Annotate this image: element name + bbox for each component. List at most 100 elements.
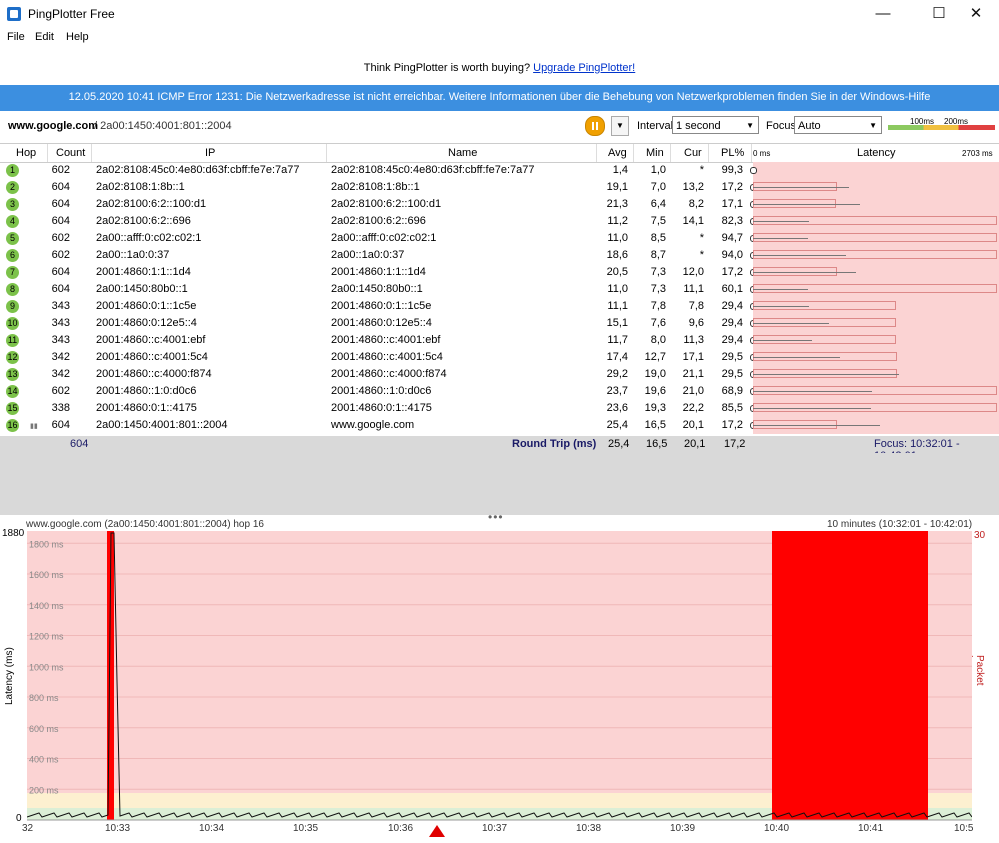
col-pl[interactable]: PL% — [721, 147, 744, 159]
hop-count: 343 — [51, 334, 70, 346]
hop-pl: 29,4 — [721, 317, 743, 329]
time-marker-icon[interactable] — [429, 825, 445, 837]
hop-row[interactable]: 3 604 2a02:8100:6:2::100:d1 2a02:8100:6:2::… — [0, 196, 999, 213]
hop-table-header: Hop Count IP Name Avg Min Cur PL% 0 ms L… — [0, 143, 999, 163]
hop-avg: 1,4 — [612, 164, 628, 176]
hop-number-badge: 1 — [6, 164, 19, 177]
hop-name: 2a02:8108:1:8b::1 — [331, 181, 420, 193]
interval-value: 1 second — [676, 120, 721, 132]
hop-row[interactable]: 8 604 2a00:1450:80b0::1 2a00:1450:80b0::1 11… — [0, 281, 999, 298]
hop-pl: 99,3 — [721, 164, 743, 176]
menu-file[interactable]: File — [7, 31, 25, 43]
hop-pl: 17,2 — [721, 181, 743, 193]
hop-cur: 20,1 — [682, 419, 704, 431]
hop-avg: 23,7 — [606, 385, 628, 397]
hop-number-badge: 10 — [6, 317, 19, 330]
y-tick-label: 400 ms — [29, 755, 59, 765]
hop-cur: * — [699, 249, 704, 261]
latency-cell — [753, 162, 999, 179]
hop-min: 19,0 — [644, 368, 666, 380]
hop-count: 602 — [51, 249, 70, 261]
menu-help[interactable]: Help — [66, 31, 89, 43]
hop-row[interactable]: 15 338 2001:4860:0:1::4175 2001:4860:0:1::4… — [0, 400, 999, 417]
hop-count: 342 — [51, 368, 70, 380]
latency-range-line — [753, 238, 808, 239]
col-avg[interactable]: Avg — [608, 147, 627, 159]
hop-min: 16,5 — [644, 419, 666, 431]
y-tick-label: 1800 ms — [29, 539, 64, 549]
hop-row[interactable]: 12 342 2001:4860::c:4001:5c4 2001:4860::c:4… — [0, 349, 999, 366]
hop-number-badge: 8 — [6, 283, 19, 296]
summary-avg: 25,4 — [608, 438, 630, 450]
hop-avg: 18,6 — [606, 249, 628, 261]
hop-row[interactable]: 13 342 2001:4860::c:4000:f874 2001:4860::c:… — [0, 366, 999, 383]
y-tick-label: 800 ms — [29, 693, 59, 703]
hop-count: 602 — [51, 164, 70, 176]
col-hop[interactable]: Hop — [16, 147, 36, 159]
hop-row[interactable]: 1 602 2a02:8108:45c0:4e80:d63f:cbff:fe7e:7… — [0, 162, 999, 179]
hop-cur: * — [699, 164, 704, 176]
graph-icon[interactable]: ▮▮ — [30, 422, 38, 430]
hop-avg: 25,4 — [606, 419, 628, 431]
col-name[interactable]: Name — [448, 147, 477, 159]
hop-cur: 21,0 — [682, 385, 704, 397]
hop-min: 12,7 — [644, 351, 666, 363]
col-ip[interactable]: IP — [205, 147, 215, 159]
graph-ylabel: Latency (ms) — [4, 647, 15, 705]
latency-range-line — [753, 357, 840, 358]
hop-count: 343 — [51, 300, 70, 312]
hop-row[interactable]: 10 343 2001:4860:0:12e5::4 2001:4860:0:12e5… — [0, 315, 999, 332]
pause-button[interactable] — [585, 116, 605, 136]
hop-row[interactable]: 6 602 2a00::1a0:0:37 2a00::1a0:0:37 18,6 8,7 *… — [0, 247, 999, 264]
hop-avg: 11,2 — [607, 215, 628, 227]
hop-number-badge: 3 — [6, 198, 19, 211]
col-count[interactable]: Count — [56, 147, 85, 159]
focus-select[interactable]: Auto ▼ — [794, 116, 882, 134]
hop-name: 2001:4860::c:4001:5c4 — [331, 351, 443, 363]
graph-ymax: 1880 — [2, 528, 25, 539]
col-min[interactable]: Min — [646, 147, 664, 159]
latency-graph[interactable]: 1800 ms 1600 ms 1400 ms 1200 ms 1000 ms 800 m… — [27, 531, 972, 823]
hop-count: 604 — [51, 198, 70, 210]
hop-avg: 17,4 — [606, 351, 628, 363]
hop-ip: 2001:4860::c:4000:f874 — [96, 368, 212, 380]
hop-name: 2001:4860::c:4000:f874 — [331, 368, 447, 380]
hop-row[interactable]: 9 343 2001:4860:0:1::1c5e 2001:4860:0:1::1c… — [0, 298, 999, 315]
hop-ip: 2a02:8100:6:2::100:d1 — [96, 198, 207, 210]
hop-row[interactable]: 14 602 2001:4860::1:0:d0c6 2001:4860::1:0:d… — [0, 383, 999, 400]
hop-row[interactable]: 11 343 2001:4860::c:4001:ebf 2001:4860::c:4… — [0, 332, 999, 349]
col-latency[interactable]: Latency — [857, 147, 896, 159]
latency-range-line — [753, 255, 846, 256]
hop-cur: 11,1 — [683, 283, 704, 295]
hop-min: 19,3 — [644, 402, 666, 414]
hop-row[interactable]: 5 602 2a00::afff:0:c02:c02:1 2a00::afff:0:c… — [0, 230, 999, 247]
hop-name: www.google.com — [331, 419, 415, 431]
col-cur[interactable]: Cur — [684, 147, 702, 159]
hop-row[interactable]: 4 604 2a02:8100:6:2::696 2a02:8100:6:2::696… — [0, 213, 999, 230]
latency-range-line — [753, 204, 860, 205]
hop-row[interactable]: 7 604 2001:4860:1:1::1d4 2001:4860:1:1::1d4… — [0, 264, 999, 281]
upgrade-link[interactable]: Upgrade PingPlotter! — [533, 62, 635, 74]
minimize-button[interactable]: — — [860, 0, 906, 28]
latency-range-line — [753, 425, 880, 426]
hop-count: 602 — [51, 232, 70, 244]
interval-select[interactable]: 1 second ▼ — [672, 116, 759, 134]
menu-edit[interactable]: Edit — [35, 31, 54, 43]
hop-avg: 11,1 — [607, 300, 628, 312]
hop-pl: 17,1 — [721, 198, 743, 210]
pause-dropdown-button[interactable]: ▼ — [611, 116, 629, 136]
x-tick-label: 10:38 — [576, 823, 602, 834]
hop-row[interactable]: 2 604 2a02:8108:1:8b::1 2a02:8108:1:8b::1 19… — [0, 179, 999, 196]
hop-row[interactable]: 16 604 2a00:1450:4001:801::2004 www.google.… — [0, 417, 999, 434]
hop-name: 2a00::1a0:0:37 — [331, 249, 405, 261]
interval-label: Interval — [637, 120, 674, 132]
hop-number-badge: 12 — [6, 351, 19, 364]
splitter-handle[interactable]: ••• — [488, 510, 504, 524]
splitter-area — [0, 453, 999, 515]
hop-ip: 2001:4860:0:12e5::4 — [96, 317, 197, 329]
graph-range[interactable]: 10 minutes (10:32:01 - 10:42:01) — [827, 519, 972, 530]
close-button[interactable]: ✕ — [953, 0, 999, 28]
summary-label: Round Trip (ms) — [512, 438, 597, 450]
error-banner: 12.05.2020 10:41 ICMP Error 1231: Die Ne… — [0, 85, 999, 111]
hop-number-badge: 11 — [6, 334, 19, 347]
